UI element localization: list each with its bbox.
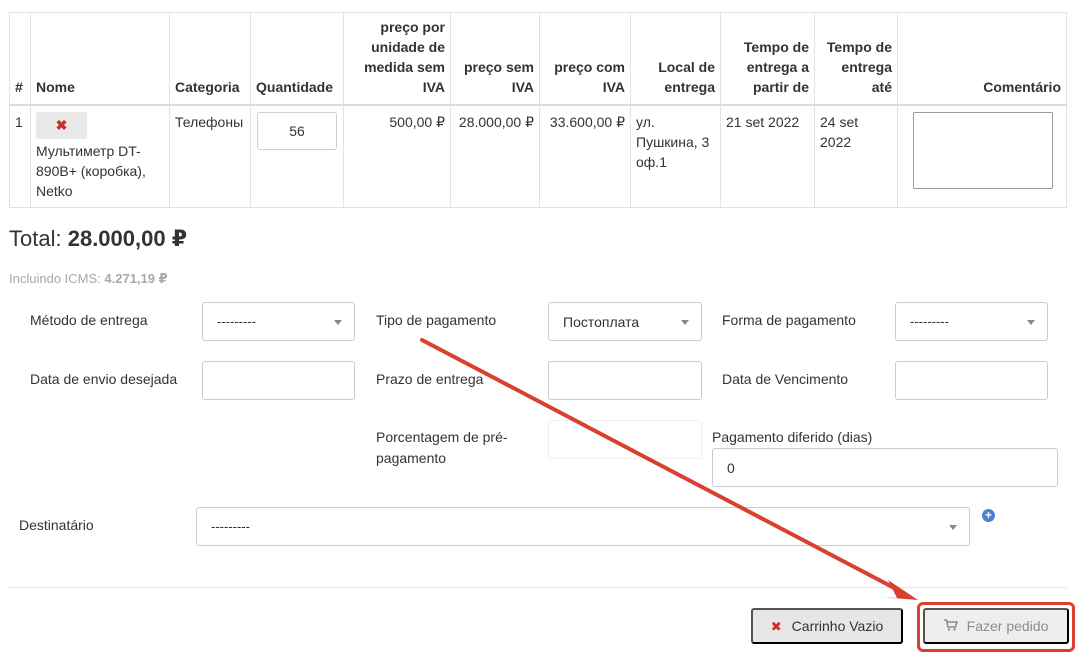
prepay-percent-label: Porcentagem de pré-pagamento — [376, 429, 508, 466]
payment-form-value: --------- — [910, 314, 949, 329]
empty-cart-label: Carrinho Vazio — [791, 618, 884, 634]
comment-input[interactable] — [913, 111, 1053, 189]
col-delivery-to: Tempo de entrega até — [814, 12, 898, 106]
close-icon: ✖ — [55, 117, 68, 133]
deferred-payment-value: 0 — [727, 459, 735, 476]
recipient-label: Destinatário — [19, 517, 94, 533]
icms-label: Incluindo ICMS: — [9, 271, 101, 286]
row-unit-price: 500,00 ₽ — [343, 104, 451, 208]
due-date-input[interactable] — [895, 361, 1048, 400]
col-price-with-vat: preço com IVA — [539, 12, 631, 106]
row-quantity-cell — [250, 104, 344, 208]
deferred-payment-label: Pagamento diferido (dias) — [712, 429, 873, 445]
row-price-no-vat: 28.000,00 ₽ — [450, 104, 540, 208]
row-category: Телефоны — [169, 104, 251, 208]
col-location: Local de entrega — [630, 12, 721, 106]
col-num: # — [9, 12, 31, 106]
payment-form-select[interactable]: --------- — [895, 302, 1048, 341]
delivery-method-value: --------- — [217, 314, 256, 329]
col-name: Nome — [30, 12, 170, 106]
order-total: Total: 28.000,00 ₽ — [9, 226, 187, 252]
empty-cart-button[interactable]: ✖ Carrinho Vazio — [751, 608, 903, 644]
row-name-cell: ✖ Мультиметр DT-890B+ (коробка), Netko — [30, 104, 170, 208]
row-location: ул. Пушкина, 3 оф.1 — [630, 104, 721, 208]
remove-item-button[interactable]: ✖ — [36, 111, 87, 139]
delivery-method-select[interactable]: --------- — [202, 302, 355, 341]
col-quantity: Quantidade — [250, 12, 344, 106]
col-unit-price: preço por unidade de medida sem IVA — [343, 12, 451, 106]
chevron-down-icon — [334, 320, 342, 325]
icms-value: 4.271,19 ₽ — [104, 271, 168, 286]
total-value: 28.000,00 ₽ — [67, 226, 188, 251]
chevron-down-icon — [1027, 320, 1035, 325]
chevron-down-icon — [949, 525, 957, 530]
row-num: 1 — [9, 104, 31, 208]
payment-type-select[interactable]: Постоплата — [548, 302, 702, 341]
payment-type-label: Tipo de pagamento — [376, 312, 497, 328]
icms-info: Incluindo ICMS: 4.271,19 ₽ — [9, 271, 168, 287]
table-row: 1 ✖ Мультиметр DT-890B+ (коробка), Netko… — [9, 104, 1067, 208]
row-comment-cell — [897, 104, 1067, 208]
total-label: Total: — [9, 226, 62, 251]
quantity-input[interactable] — [257, 111, 337, 150]
close-icon: ✖ — [770, 618, 782, 634]
col-price-no-vat: preço sem IVA — [450, 12, 540, 106]
col-comment: Comentário — [897, 12, 1067, 106]
delivery-term-label: Prazo de entrega — [376, 371, 484, 387]
divider — [9, 587, 1067, 588]
due-date-label: Data de Vencimento — [722, 371, 849, 387]
plus-circle-icon[interactable]: + — [982, 509, 995, 522]
payment-type-value: Постоплата — [563, 313, 640, 330]
recipient-select[interactable]: --------- — [196, 507, 970, 546]
recipient-value: --------- — [211, 519, 250, 534]
row-delivery-to: 24 set 2022 — [814, 104, 898, 208]
highlight-box — [917, 602, 1075, 652]
cart-table: # Nome Categoria Quantidade preço por un… — [9, 12, 1067, 208]
chevron-down-icon — [681, 320, 689, 325]
col-category: Categoria — [169, 12, 251, 106]
prepay-percent-input[interactable] — [548, 420, 702, 459]
row-price-with-vat: 33.600,00 ₽ — [539, 104, 631, 208]
row-delivery-from: 21 set 2022 — [720, 104, 815, 208]
col-delivery-from: Tempo de entrega a partir de — [720, 12, 815, 106]
payment-form-label: Forma de pagamento — [722, 312, 856, 328]
table-header-row: # Nome Categoria Quantidade preço por un… — [9, 12, 1067, 106]
delivery-method-label: Método de entrega — [30, 312, 148, 328]
desired-ship-date-input[interactable] — [202, 361, 355, 400]
product-name: Мультиметр DT-890B+ (коробка), Netko — [36, 142, 146, 199]
deferred-payment-input[interactable]: 0 — [712, 448, 1058, 487]
delivery-term-input[interactable] — [548, 361, 702, 400]
desired-ship-date-label: Data de envio desejada — [30, 371, 178, 387]
